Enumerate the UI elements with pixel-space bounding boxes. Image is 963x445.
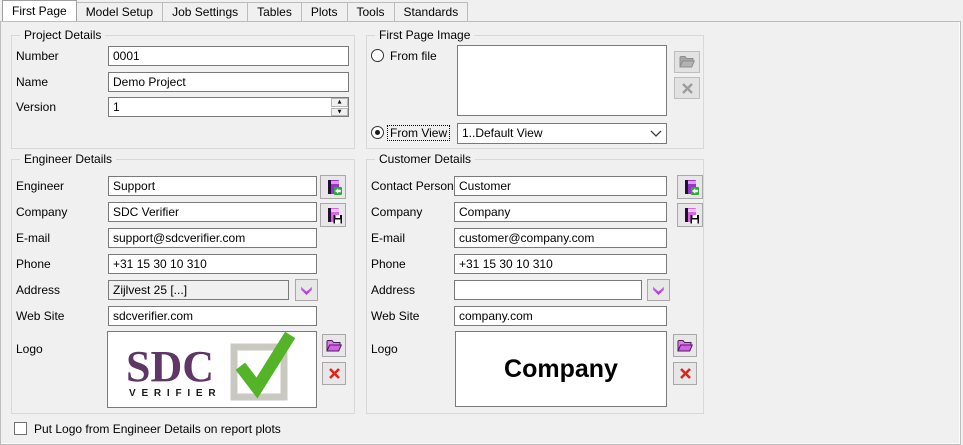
engineer-address-input[interactable] bbox=[108, 280, 289, 300]
engineer-address-label: Address bbox=[16, 283, 60, 297]
engineer-phone-label: Phone bbox=[16, 257, 51, 271]
customer-phone-input[interactable] bbox=[454, 254, 667, 274]
address-book-save-icon bbox=[325, 207, 342, 224]
engineer-load-contact-button[interactable] bbox=[320, 175, 346, 199]
folder-open-icon bbox=[326, 339, 342, 353]
engineer-website-input[interactable] bbox=[108, 306, 317, 326]
engineer-save-contact-button[interactable] bbox=[320, 203, 346, 227]
customer-address-input[interactable] bbox=[454, 280, 642, 300]
customer-details-title: Customer Details bbox=[375, 152, 475, 166]
tab-plots[interactable]: Plots bbox=[301, 2, 348, 21]
tab-model-setup[interactable]: Model Setup bbox=[76, 2, 163, 21]
engineer-company-input[interactable] bbox=[108, 202, 317, 222]
image-open-button[interactable] bbox=[674, 51, 700, 73]
tab-strip: First Page Model Setup Job Settings Tabl… bbox=[0, 0, 963, 21]
image-clear-button[interactable] bbox=[674, 77, 700, 99]
view-select-value: 1..Default View bbox=[462, 124, 650, 143]
tab-standards[interactable]: Standards bbox=[394, 2, 469, 21]
engineer-website-label: Web Site bbox=[16, 309, 64, 323]
engineer-phone-input[interactable] bbox=[108, 254, 317, 274]
clear-x-icon bbox=[681, 82, 694, 95]
chevron-down-icon bbox=[299, 285, 314, 296]
tab-first-page[interactable]: First Page bbox=[2, 0, 77, 21]
engineer-logo-open-button[interactable] bbox=[322, 334, 346, 357]
engineer-logo-clear-button[interactable] bbox=[322, 362, 346, 385]
address-book-load-icon bbox=[682, 179, 699, 196]
name-label: Name bbox=[16, 75, 48, 89]
spinner-down-icon[interactable]: ▼ bbox=[331, 108, 348, 117]
from-file-radio[interactable] bbox=[371, 49, 384, 62]
project-details-title: Project Details bbox=[20, 28, 105, 42]
customer-logo-preview: Company bbox=[455, 331, 667, 407]
tab-tools[interactable]: Tools bbox=[347, 2, 395, 21]
engineer-company-label: Company bbox=[16, 205, 67, 219]
customer-address-expand-button[interactable] bbox=[647, 279, 670, 301]
contact-person-label: Contact Person bbox=[371, 179, 454, 193]
customer-details-group: Customer Details Contact Person Company … bbox=[366, 159, 704, 414]
sdc-logo-sub-text: V E R I F I E R bbox=[129, 388, 217, 399]
put-logo-checkbox[interactable] bbox=[14, 422, 27, 435]
customer-company-label: Company bbox=[371, 205, 422, 219]
from-file-label[interactable]: From file bbox=[390, 49, 437, 63]
chevron-down-icon bbox=[650, 130, 662, 137]
address-book-load-icon bbox=[325, 179, 342, 196]
spinner-up-icon[interactable]: ▲ bbox=[331, 98, 348, 107]
image-preview-box bbox=[457, 45, 667, 116]
tab-page-first-page: Project Details Number Name Version ▲ ▼ … bbox=[0, 21, 961, 445]
first-page-image-title: First Page Image bbox=[375, 28, 474, 42]
version-label: Version bbox=[16, 100, 56, 114]
customer-save-contact-button[interactable] bbox=[677, 203, 703, 227]
first-page-settings-window: First Page Model Setup Job Settings Tabl… bbox=[0, 0, 963, 445]
customer-logo-open-button[interactable] bbox=[673, 334, 697, 357]
chevron-down-icon bbox=[651, 285, 666, 296]
name-input[interactable] bbox=[108, 72, 349, 92]
customer-company-input[interactable] bbox=[454, 202, 667, 222]
clear-x-icon bbox=[328, 367, 341, 380]
engineer-label: Engineer bbox=[16, 179, 64, 193]
customer-address-label: Address bbox=[371, 283, 415, 297]
customer-website-input[interactable] bbox=[454, 306, 667, 326]
view-select[interactable]: 1..Default View bbox=[457, 123, 667, 144]
folder-open-icon bbox=[677, 339, 693, 353]
tab-job-settings[interactable]: Job Settings bbox=[162, 2, 248, 21]
sdc-logo-main-text: SDC bbox=[126, 342, 214, 391]
engineer-address-expand-button[interactable] bbox=[295, 279, 318, 301]
first-page-image-group: First Page Image From file bbox=[366, 35, 704, 149]
contact-person-input[interactable] bbox=[454, 176, 667, 196]
customer-logo-label: Logo bbox=[371, 342, 398, 356]
folder-open-icon bbox=[679, 55, 695, 69]
customer-logo-clear-button[interactable] bbox=[673, 362, 697, 385]
put-logo-checkbox-label[interactable]: Put Logo from Engineer Details on report… bbox=[34, 422, 281, 436]
from-view-radio[interactable] bbox=[371, 126, 384, 139]
engineer-details-title: Engineer Details bbox=[20, 152, 116, 166]
from-view-label[interactable]: From View bbox=[387, 125, 450, 141]
engineer-email-input[interactable] bbox=[108, 228, 317, 248]
customer-logo-text: Company bbox=[504, 355, 618, 384]
engineer-input[interactable] bbox=[108, 176, 317, 196]
customer-website-label: Web Site bbox=[371, 309, 419, 323]
customer-email-input[interactable] bbox=[454, 228, 667, 248]
project-details-group: Project Details Number Name Version ▲ ▼ bbox=[11, 35, 355, 149]
address-book-save-icon bbox=[682, 207, 699, 224]
version-input[interactable] bbox=[108, 97, 349, 117]
customer-email-label: E-mail bbox=[371, 231, 405, 245]
engineer-logo-label: Logo bbox=[16, 342, 43, 356]
customer-load-contact-button[interactable] bbox=[677, 175, 703, 199]
tab-tables[interactable]: Tables bbox=[247, 2, 302, 21]
clear-x-icon bbox=[679, 367, 692, 380]
engineer-details-group: Engineer Details Engineer Company E-mail… bbox=[11, 159, 355, 414]
engineer-email-label: E-mail bbox=[16, 231, 50, 245]
number-input[interactable] bbox=[108, 46, 349, 66]
customer-phone-label: Phone bbox=[371, 257, 406, 271]
sdc-verifier-logo: SDC V E R I F I E R bbox=[108, 332, 316, 407]
engineer-logo-preview: SDC V E R I F I E R bbox=[107, 331, 317, 408]
number-label: Number bbox=[16, 49, 59, 63]
version-spinner: ▲ ▼ bbox=[331, 98, 348, 116]
